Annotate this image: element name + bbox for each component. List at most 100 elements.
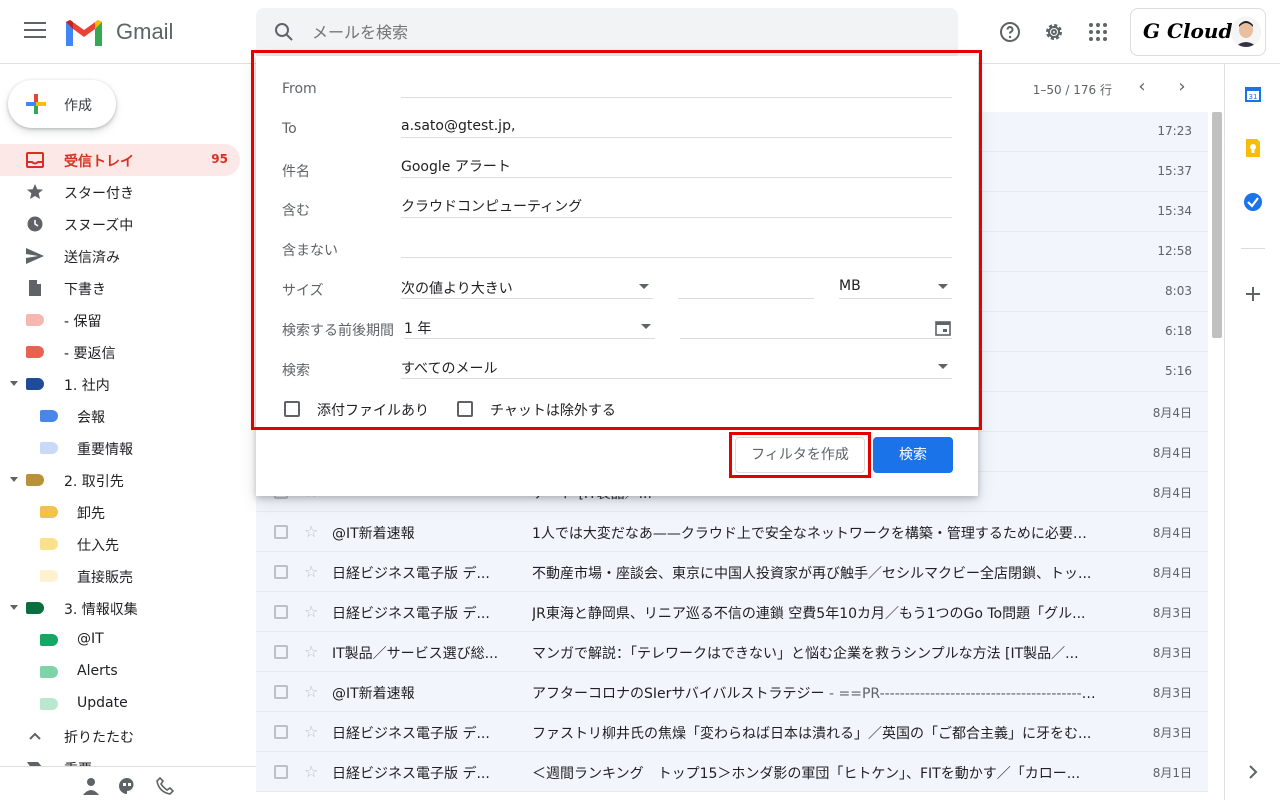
exclude-chats-checkbox[interactable] <box>457 401 473 417</box>
email-date: 12:58 <box>1157 244 1192 258</box>
app-name[interactable]: Gmail <box>116 19 173 45</box>
size-value-field[interactable] <box>678 275 814 299</box>
sidebar-item-wholesale[interactable]: 卸先 <box>0 496 240 528</box>
sidebar-item-alerts[interactable]: Alerts <box>0 656 240 688</box>
help-icon[interactable] <box>998 20 1022 44</box>
search-icon[interactable] <box>274 22 294 42</box>
sidebar-item-label: Alerts <box>77 663 118 679</box>
email-sender: IT製品／サービス選び総... <box>332 646 499 662</box>
label-icon <box>40 538 58 550</box>
sidebar-item-update[interactable]: Update <box>0 688 240 720</box>
sidebar-item-label: 卸先 <box>77 506 105 522</box>
tasks-icon[interactable] <box>1243 192 1263 212</box>
list-scrollbar[interactable] <box>1212 112 1222 338</box>
sidebar-item-snoozed[interactable]: スヌーズ中 <box>0 208 240 240</box>
row-checkbox[interactable] <box>274 525 288 539</box>
star-toggle-icon[interactable]: ☆ <box>304 682 318 701</box>
email-subject-text: ファストリ柳井氏の焦燥「変わらねば日本は潰れる」／英国の「ご都合主義」に牙をむ.… <box>532 726 1092 742</box>
table-row[interactable]: ☆ 日経ビジネス電子版 デ... ファストリ柳井氏の焦燥「変わらねば日本は潰れる」／… <box>256 712 1208 752</box>
sidebar-item-hold[interactable]: - 保留 <box>0 304 240 336</box>
table-row[interactable]: ☆ @IT新着速報 アフターコロナのSIerサバイバルストラテジー - ==PR--… <box>256 672 1208 712</box>
app-header: Gmail G Cloud <box>0 0 1280 64</box>
to-field[interactable] <box>401 114 952 138</box>
phone-icon[interactable] <box>156 777 174 795</box>
star-toggle-icon[interactable]: ☆ <box>304 602 318 621</box>
calendar-picker-icon[interactable] <box>935 320 951 336</box>
subject-field[interactable] <box>401 154 952 178</box>
gmail-logo-icon[interactable] <box>64 16 104 48</box>
avatar[interactable] <box>1231 17 1261 47</box>
sidebar-item-partners[interactable]: 2. 取引先 <box>0 464 240 496</box>
row-checkbox[interactable] <box>274 765 288 779</box>
table-row[interactable]: ☆ 日経ビジネス電子版 デ... JR東海と静岡県、リニア巡る不信の連鎖 空費5年1… <box>256 592 1208 632</box>
star-toggle-icon[interactable]: ☆ <box>304 762 318 781</box>
sidebar-item-sent[interactable]: 送信済み <box>0 240 240 272</box>
email-date: 8月3日 <box>1152 646 1192 660</box>
sidebar-item-inbox[interactable]: 受信トレイ 95 <box>0 144 240 176</box>
expand-caret-icon[interactable] <box>10 605 18 610</box>
main-menu-icon[interactable] <box>24 22 46 42</box>
sidebar-item-atmark-it[interactable]: @IT <box>0 624 240 656</box>
expand-panel-chevron-icon[interactable] <box>1243 762 1263 782</box>
from-field[interactable] <box>401 74 952 98</box>
date-field[interactable] <box>680 315 952 339</box>
compose-button[interactable]: 作成 <box>8 80 116 128</box>
sidebar-footer <box>0 766 256 800</box>
email-date: 15:34 <box>1157 204 1192 218</box>
has-words-field[interactable] <box>401 194 952 218</box>
table-row[interactable]: ☆ IT製品／サービス選び総... マンガで解説：「テレワークはできない」と悩む企業… <box>256 632 1208 672</box>
apps-grid-icon[interactable] <box>1086 20 1110 44</box>
row-checkbox[interactable] <box>274 645 288 659</box>
label-icon <box>40 634 58 646</box>
expand-caret-icon[interactable] <box>10 381 18 386</box>
table-row[interactable]: ☆ @IT新着速報 1人では大変だなあ——クラウド上で安全なネットワークを構築・管理… <box>256 512 1208 552</box>
search-input[interactable] <box>312 20 912 44</box>
account-switcher[interactable]: G Cloud <box>1130 8 1266 56</box>
sidebar-item-newsletter[interactable]: 会報 <box>0 400 240 432</box>
table-row[interactable]: ☆ 日経ビジネス電子版 デ... ＜週間ランキング トップ15＞ホンダ影の軍団「ヒト… <box>256 752 1208 792</box>
dropdown-arrow-icon <box>938 364 948 369</box>
sidebar-item-internal[interactable]: 1. 社内 <box>0 368 240 400</box>
star-icon <box>27 184 43 199</box>
star-toggle-icon[interactable]: ☆ <box>304 722 318 741</box>
older-page-chevron-icon[interactable]: › <box>1172 78 1192 98</box>
row-checkbox[interactable] <box>274 565 288 579</box>
pagination-count: 1–50 / 176 行 <box>1032 83 1112 97</box>
sidebar-item-info-gathering[interactable]: 3. 情報収集 <box>0 592 240 624</box>
search-bar[interactable] <box>256 8 958 56</box>
sidebar-item-label: 2. 取引先 <box>64 474 124 490</box>
sidebar: 作成 受信トレイ 95 スター付き スヌーズ中 送信済み 下書き - 保留 - … <box>0 64 256 800</box>
search-button[interactable]: 検索 <box>873 437 953 473</box>
sidebar-item-starred[interactable]: スター付き <box>0 176 240 208</box>
settings-gear-icon[interactable] <box>1042 20 1066 44</box>
hangouts-icon[interactable] <box>118 777 136 795</box>
add-addon-plus-icon[interactable] <box>1243 284 1263 304</box>
keep-icon[interactable] <box>1243 138 1263 158</box>
row-checkbox[interactable] <box>274 605 288 619</box>
calendar-icon[interactable]: 31 <box>1243 84 1263 104</box>
label-icon <box>40 666 58 678</box>
label-icon <box>40 570 58 582</box>
sidebar-item-suppliers[interactable]: 仕入先 <box>0 528 240 560</box>
size-unit-select[interactable]: MB <box>839 275 952 299</box>
table-row[interactable]: ☆ 日経ビジネス電子版 デ... 不動産市場・座談会、東京に中国人投資家が再び触手／… <box>256 552 1208 592</box>
row-checkbox[interactable] <box>274 725 288 739</box>
newer-page-chevron-icon[interactable]: ‹ <box>1132 78 1152 98</box>
sidebar-item-important-info[interactable]: 重要情報 <box>0 432 240 464</box>
sidebar-item-direct-sales[interactable]: 直接販売 <box>0 560 240 592</box>
doesnt-have-field[interactable] <box>401 234 952 258</box>
expand-caret-icon[interactable] <box>10 477 18 482</box>
row-checkbox[interactable] <box>274 685 288 699</box>
sidebar-item-needs-reply[interactable]: - 要返信 <box>0 336 240 368</box>
star-toggle-icon[interactable]: ☆ <box>304 562 318 581</box>
search-in-select[interactable]: すべてのメール <box>401 355 952 379</box>
create-filter-button[interactable]: フィルタを作成 <box>735 437 865 473</box>
star-toggle-icon[interactable]: ☆ <box>304 642 318 661</box>
size-operator-select[interactable]: 次の値より大きい <box>401 275 653 299</box>
sidebar-item-collapse[interactable]: 折りたたむ <box>0 720 240 752</box>
sidebar-item-drafts[interactable]: 下書き <box>0 272 240 304</box>
star-toggle-icon[interactable]: ☆ <box>304 522 318 541</box>
has-attachment-checkbox[interactable] <box>284 401 300 417</box>
date-range-select[interactable]: 1 年 <box>404 315 655 339</box>
person-icon[interactable] <box>82 777 100 795</box>
